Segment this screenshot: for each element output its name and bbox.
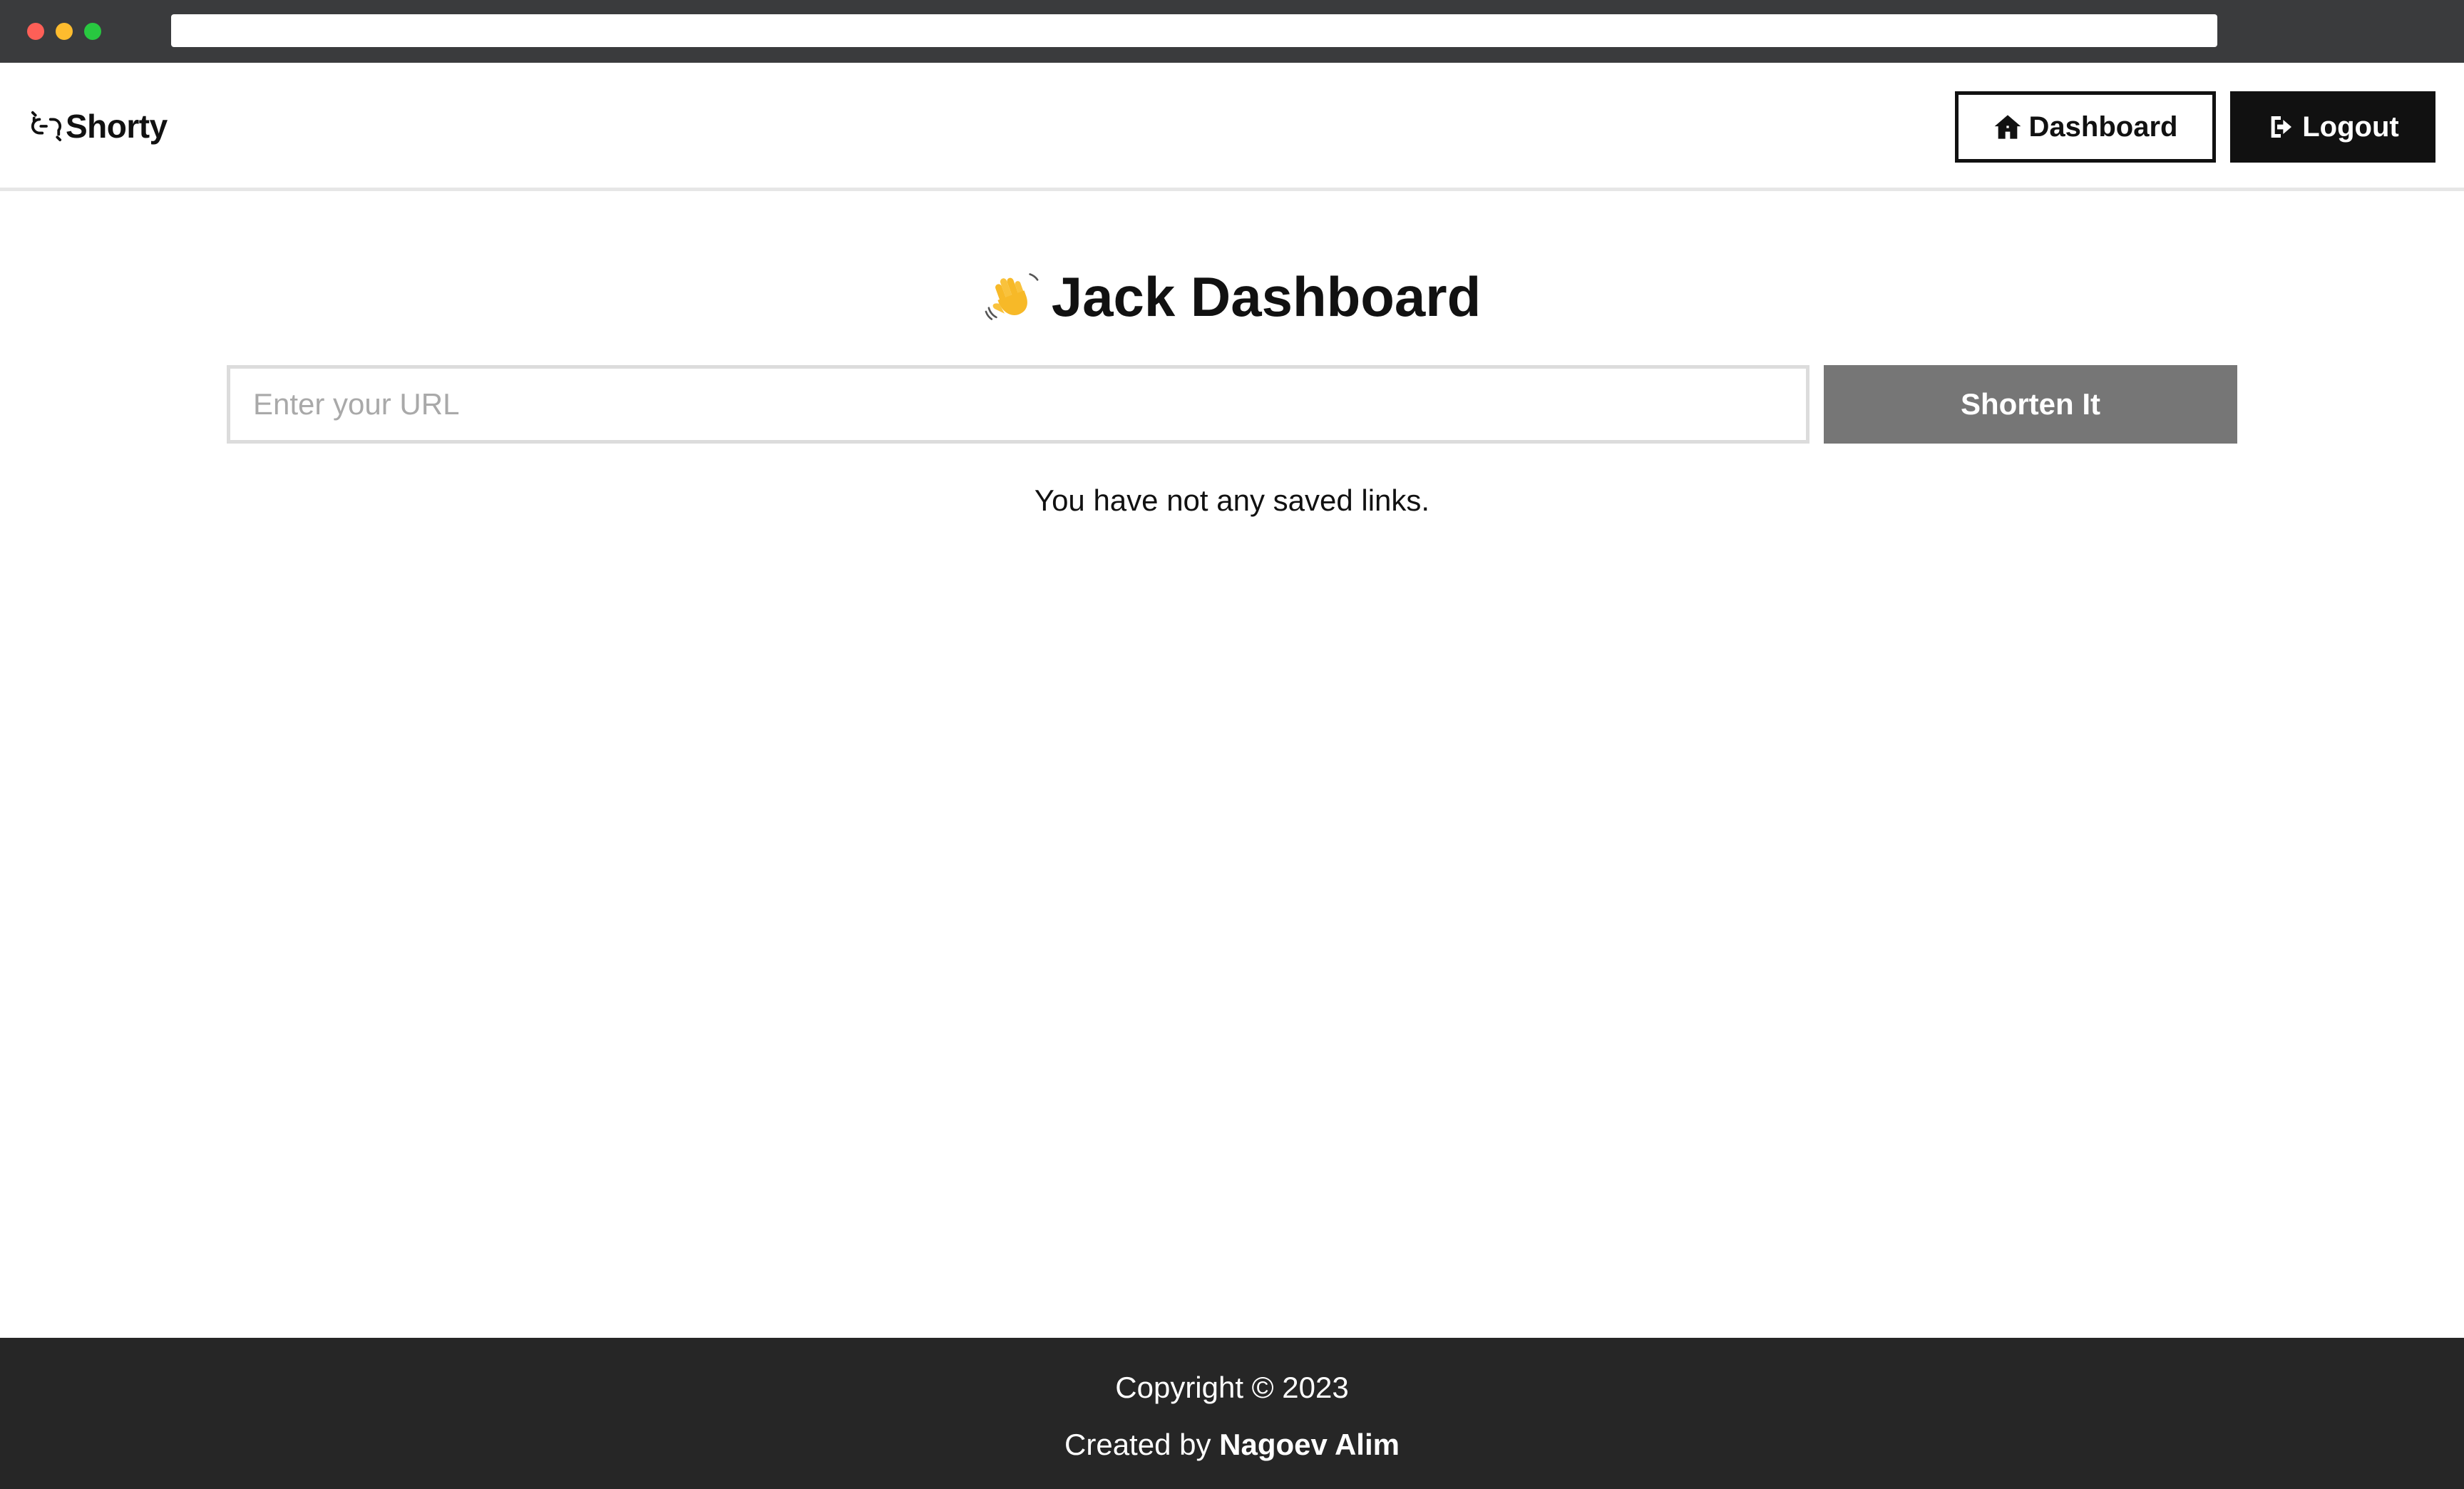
logout-button[interactable]: Logout: [2230, 91, 2435, 163]
house-icon: [1994, 115, 2021, 139]
footer-credit: Created by Nagoev Alim: [0, 1423, 2464, 1466]
empty-links-message: You have not any saved links.: [1034, 483, 1430, 517]
broken-link-icon: [31, 111, 62, 142]
address-bar[interactable]: [171, 14, 2217, 47]
browser-toolbar: [0, 0, 2464, 63]
dashboard-button[interactable]: Dashboard: [1955, 91, 2216, 163]
close-window-button[interactable]: [27, 23, 44, 40]
page-title-text: Jack Dashboard: [1051, 265, 1482, 328]
footer-copyright: Copyright © 2023: [1115, 1371, 1349, 1404]
logout-arrow-icon: [2271, 116, 2292, 138]
minimize-window-button[interactable]: [56, 23, 73, 40]
site-header: Shorty Dashboard Logout: [0, 63, 2464, 191]
logout-button-label: Logout: [2302, 111, 2399, 143]
maximize-window-button[interactable]: [84, 23, 101, 40]
footer-credit-prefix: Created by: [1064, 1428, 1211, 1461]
waving-hand-icon: [985, 273, 1039, 320]
shorten-button[interactable]: Shorten It: [1824, 365, 2237, 444]
logo-text: Shorty: [66, 108, 168, 145]
url-input[interactable]: [227, 365, 1809, 444]
footer-author-link[interactable]: Nagoev Alim: [1219, 1428, 1400, 1461]
dashboard-button-label: Dashboard: [2028, 111, 2178, 143]
page-title: Jack Dashboard: [0, 261, 2464, 332]
logo[interactable]: Shorty: [30, 108, 168, 145]
site-footer: Copyright © 2023 Created by Nagoev Alim: [0, 1338, 2464, 1489]
